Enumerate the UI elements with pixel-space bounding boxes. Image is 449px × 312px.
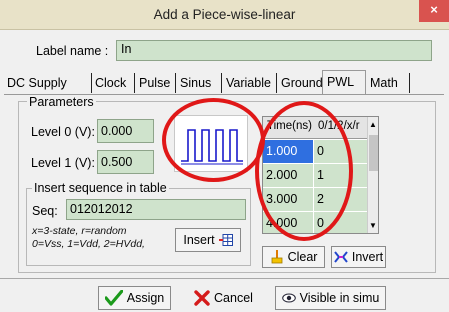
tab-math[interactable]: Math [370,73,410,93]
insert-button[interactable]: Insert [175,228,241,252]
seq-hint-line2: 0=Vss, 1=Vdd, 2=HVdd, [32,238,145,250]
visible-in-simu-toggle[interactable]: Visible in simu [275,286,386,310]
assign-button[interactable]: Assign [98,286,171,310]
annotation-circle-waveform [162,98,265,182]
invert-button[interactable]: Invert [331,246,386,268]
seq-input[interactable]: 012012012 [66,199,246,220]
clear-label: Clear [287,250,318,264]
tab-dc-supply[interactable]: DC Supply [6,73,92,93]
assign-label: Assign [126,291,165,305]
annotation-circle-table [255,101,353,241]
title-bar: Add a Piece-wise-linear × [0,0,449,30]
cancel-label: Cancel [214,291,253,305]
tab-bar: DC Supply Clock Pulse Sinus Variable Gro… [4,70,444,95]
cross-icon [194,290,210,306]
level1-input[interactable]: 0.500 [97,150,154,174]
level0-label: Level 0 (V): [31,125,95,139]
window-title: Add a Piece-wise-linear [153,7,296,22]
broom-icon [271,250,282,264]
footer-divider [0,278,449,279]
scroll-down-icon[interactable]: ▼ [369,221,377,230]
label-name-label: Label name : [36,44,109,58]
tab-variable[interactable]: Variable [226,73,277,93]
clear-button[interactable]: Clear [262,246,325,268]
level1-label: Level 1 (V): [31,156,95,170]
scroll-thumb[interactable] [369,135,378,171]
visible-label: Visible in simu [299,291,380,305]
parameters-title: Parameters [27,95,96,109]
scroll-up-icon[interactable]: ▲ [369,120,377,129]
label-row: Label name : In [8,35,440,65]
checkmark-icon [104,290,123,306]
seq-label: Seq: [32,204,58,218]
insert-table-icon [218,234,233,246]
label-name-input[interactable]: In [116,40,432,61]
insert-sequence-title: Insert sequence in table [32,181,169,195]
cancel-button[interactable]: Cancel [186,286,261,310]
eye-icon [281,293,296,303]
tab-pwl[interactable]: PWL [322,70,366,95]
invert-icon [334,251,348,263]
tab-pulse[interactable]: Pulse [139,73,176,93]
invert-label: Invert [351,250,384,264]
close-button[interactable]: × [419,0,449,22]
tab-sinus[interactable]: Sinus [180,73,222,93]
seq-hint-line1: x=3-state, r=random [32,225,127,237]
tab-clock[interactable]: Clock [95,73,135,93]
table-scrollbar[interactable]: ▲ ▼ [367,117,378,233]
insert-label: Insert [183,233,215,247]
level0-input[interactable]: 0.000 [97,119,154,143]
